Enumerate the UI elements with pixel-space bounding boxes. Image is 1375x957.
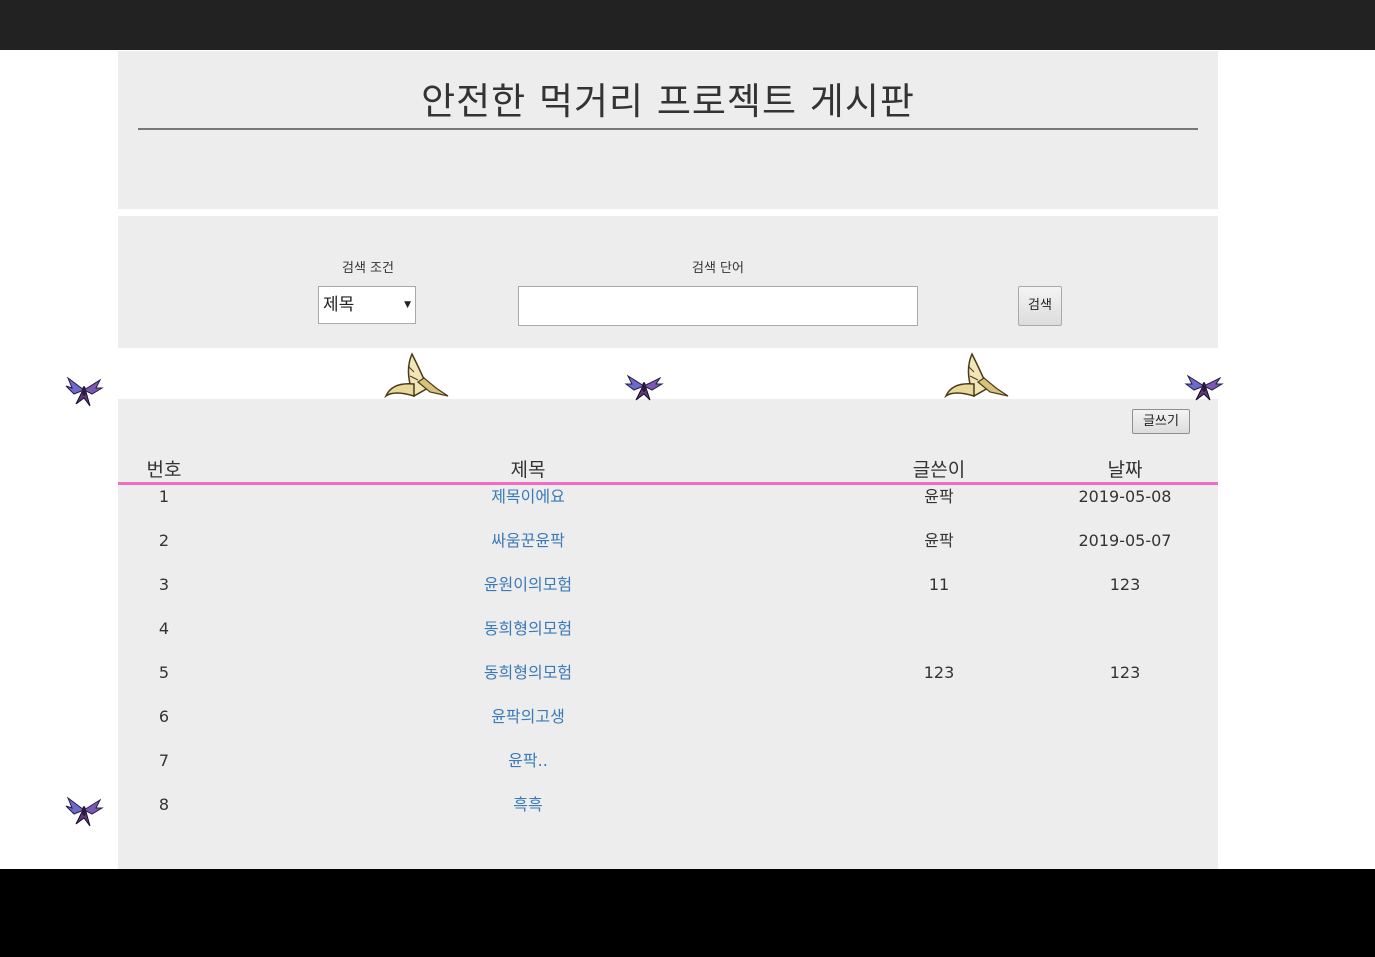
column-header-date: 날짜	[1107, 459, 1143, 481]
title-divider	[138, 128, 1198, 130]
table-row: 7 윤팍..	[118, 751, 1218, 795]
search-panel: 검색 조건 검색 단어 제목 ▼ 검색	[118, 216, 1218, 348]
post-number: 5	[158, 663, 170, 682]
post-title-link[interactable]: 동희형의모험	[328, 619, 728, 639]
post-number: 4	[158, 619, 170, 638]
search-condition-select[interactable]: 제목 ▼	[318, 286, 416, 324]
search-condition-label: 검색 조건	[342, 261, 394, 276]
swallowtail-icon	[384, 352, 449, 398]
search-keyword-input[interactable]	[518, 286, 918, 326]
butterfly-icon	[1184, 374, 1224, 401]
post-date: 123	[1109, 575, 1141, 594]
search-condition-value: 제목	[323, 295, 355, 315]
post-number: 1	[158, 487, 170, 506]
post-title-link[interactable]: 동희형의모험	[328, 663, 728, 683]
table-row: 4 동희형의모험	[118, 619, 1218, 663]
header-divider	[118, 482, 1218, 485]
post-date: 123	[1109, 663, 1141, 682]
post-number: 8	[158, 795, 170, 814]
butterfly-icon	[65, 376, 104, 407]
page-title: 안전한 먹거리 프로젝트 게시판	[421, 80, 915, 123]
column-header-number: 번호	[146, 459, 182, 481]
table-row: 5 동희형의모험 123 123	[118, 663, 1218, 707]
table-row: 1 제목이에요 윤팍 2019-05-08	[118, 487, 1218, 531]
post-title-link[interactable]: 윤팍..	[328, 751, 728, 771]
post-title-link[interactable]: 싸움꾼윤팍	[328, 531, 728, 551]
post-number: 7	[158, 751, 170, 770]
butterfly-icon	[624, 374, 664, 401]
post-date: 2019-05-08	[1078, 487, 1172, 506]
post-number: 6	[158, 707, 170, 726]
swallowtail-icon	[944, 352, 1009, 398]
post-title-link[interactable]: 제목이에요	[328, 487, 728, 507]
table-row: 8 흑흑	[118, 795, 1218, 839]
header-panel: 안전한 먹거리 프로젝트 게시판	[118, 51, 1218, 209]
post-number: 3	[158, 575, 170, 594]
table-row: 3 윤원이의모험 11 123	[118, 575, 1218, 619]
post-number: 2	[158, 531, 170, 550]
dropdown-arrow-icon: ▼	[404, 300, 411, 310]
post-author: 123	[923, 663, 955, 682]
post-author: 윤팍	[924, 531, 954, 550]
search-keyword-label: 검색 단어	[692, 261, 744, 276]
post-date: 2019-05-07	[1078, 531, 1172, 550]
post-author: 11	[928, 575, 950, 594]
board-panel: 글쓰기 번호 제목 글쓴이 날짜 1 제목이에요 윤팍 2019-05-08 2…	[118, 399, 1218, 869]
bottom-bar	[0, 869, 1375, 957]
post-title-link[interactable]: 윤팍의고생	[328, 707, 728, 727]
table-row: 2 싸움꾼윤팍 윤팍 2019-05-07	[118, 531, 1218, 575]
table-row: 6 윤팍의고생	[118, 707, 1218, 751]
top-navbar	[0, 0, 1375, 50]
column-header-title: 제목	[510, 459, 546, 481]
post-author: 윤팍	[924, 487, 954, 506]
column-header-author: 글쓴이	[912, 459, 966, 481]
write-button[interactable]: 글쓰기	[1132, 409, 1190, 434]
post-title-link[interactable]: 흑흑	[328, 795, 728, 815]
post-title-link[interactable]: 윤원이의모험	[328, 575, 728, 595]
butterfly-icon	[65, 796, 104, 827]
search-button[interactable]: 검색	[1018, 286, 1062, 326]
